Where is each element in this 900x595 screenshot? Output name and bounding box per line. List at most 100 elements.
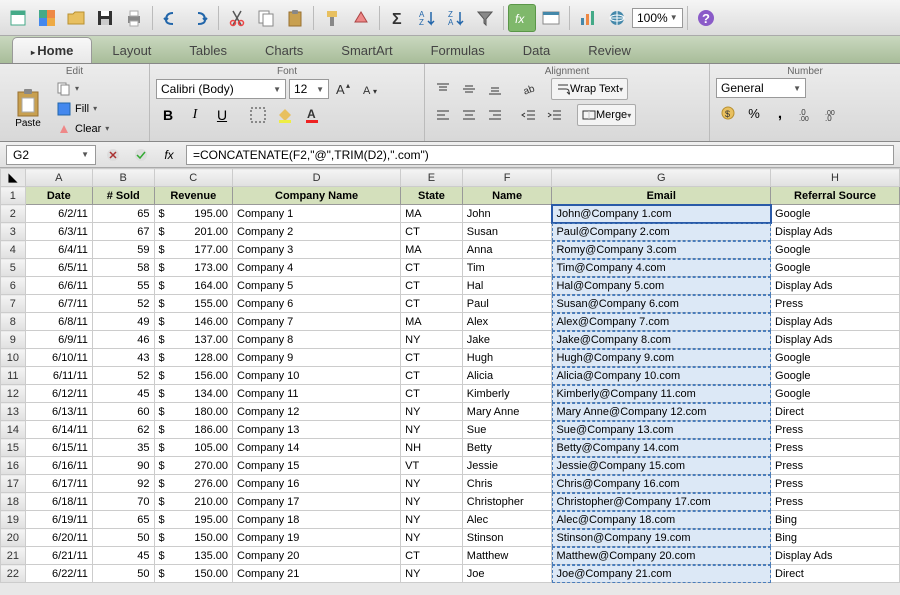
cell-name[interactable]: Paul <box>462 295 552 313</box>
cell-sold[interactable]: 70 <box>92 493 154 511</box>
cell-state[interactable]: CT <box>401 367 463 385</box>
table-row[interactable]: 176/17/1192$276.00Company 16NYChrisChris… <box>1 475 900 493</box>
cell-company[interactable]: Company 11 <box>233 385 401 403</box>
autosum-icon[interactable]: Σ <box>384 4 412 32</box>
cell-sold[interactable]: 52 <box>92 295 154 313</box>
cell-state[interactable]: VT <box>401 457 463 475</box>
tab-tables[interactable]: Tables <box>171 38 245 63</box>
print-icon[interactable] <box>120 4 148 32</box>
font-name-box[interactable]: Calibri (Body)▼ <box>156 79 286 99</box>
help-icon[interactable]: ? <box>692 4 720 32</box>
increase-indent-icon[interactable] <box>543 104 567 126</box>
cell-company[interactable]: Company 2 <box>233 223 401 241</box>
cell-referral[interactable]: Google <box>771 367 900 385</box>
cell-company[interactable]: Company 4 <box>233 259 401 277</box>
spreadsheet[interactable]: ◣ A B C D E F G H 1 Date # Sold Revenue … <box>0 168 900 583</box>
open-icon[interactable] <box>62 4 90 32</box>
row-header[interactable]: 19 <box>1 511 26 529</box>
cell-email[interactable]: John@Company 1.com <box>552 205 771 223</box>
link-icon[interactable] <box>603 4 631 32</box>
new-from-template-icon[interactable] <box>33 4 61 32</box>
fill-button[interactable]: Fill▾ <box>53 100 113 118</box>
zoom-box[interactable]: 100%▼ <box>632 8 683 28</box>
cell-state[interactable]: CT <box>401 259 463 277</box>
cell-date[interactable]: 6/20/11 <box>25 529 92 547</box>
cell-date[interactable]: 6/17/11 <box>25 475 92 493</box>
cell-email[interactable]: Joe@Company 21.com <box>552 565 771 583</box>
orientation-icon[interactable]: ab <box>517 78 541 100</box>
cell-state[interactable]: CT <box>401 385 463 403</box>
cell-sold[interactable]: 50 <box>92 529 154 547</box>
cell-company[interactable]: Company 19 <box>233 529 401 547</box>
cell-company[interactable]: Company 18 <box>233 511 401 529</box>
cell-revenue[interactable]: $155.00 <box>154 295 232 313</box>
cell-sold[interactable]: 65 <box>92 511 154 529</box>
col-header-A[interactable]: A <box>25 169 92 187</box>
cell-date[interactable]: 6/14/11 <box>25 421 92 439</box>
col-header-E[interactable]: E <box>401 169 463 187</box>
cell-state[interactable]: CT <box>401 295 463 313</box>
table-row[interactable]: 146/14/1162$186.00Company 13NYSueSue@Com… <box>1 421 900 439</box>
row-header[interactable]: 12 <box>1 385 26 403</box>
cell-email[interactable]: Romy@Company 3.com <box>552 241 771 259</box>
header-sold[interactable]: # Sold <box>92 187 154 205</box>
fx-formula-icon[interactable]: fx <box>158 145 180 165</box>
tab-charts[interactable]: Charts <box>247 38 321 63</box>
format-painter-icon[interactable] <box>318 4 346 32</box>
cell-state[interactable]: MA <box>401 241 463 259</box>
cell-date[interactable]: 6/9/11 <box>25 331 92 349</box>
cell-referral[interactable]: Press <box>771 493 900 511</box>
cell-state[interactable]: CT <box>401 349 463 367</box>
underline-button[interactable]: U <box>210 104 234 126</box>
cell-date[interactable]: 6/2/11 <box>25 205 92 223</box>
cell-company[interactable]: Company 13 <box>233 421 401 439</box>
cell-name[interactable]: Sue <box>462 421 552 439</box>
cell-revenue[interactable]: $137.00 <box>154 331 232 349</box>
row-header[interactable]: 9 <box>1 331 26 349</box>
table-row[interactable]: 106/10/1143$128.00Company 9CTHughHugh@Co… <box>1 349 900 367</box>
cell-email[interactable]: Stinson@Company 19.com <box>552 529 771 547</box>
cell-date[interactable]: 6/13/11 <box>25 403 92 421</box>
percent-icon[interactable]: % <box>742 102 766 124</box>
cell-referral[interactable]: Display Ads <box>771 331 900 349</box>
row-header[interactable]: 10 <box>1 349 26 367</box>
cell-email[interactable]: Christopher@Company 17.com <box>552 493 771 511</box>
cell-email[interactable]: Paul@Company 2.com <box>552 223 771 241</box>
cell-revenue[interactable]: $177.00 <box>154 241 232 259</box>
cell-referral[interactable]: Google <box>771 385 900 403</box>
cell-name[interactable]: Kimberly <box>462 385 552 403</box>
cell-name[interactable]: Matthew <box>462 547 552 565</box>
paste-icon[interactable] <box>281 4 309 32</box>
cell-sold[interactable]: 35 <box>92 439 154 457</box>
cell-revenue[interactable]: $164.00 <box>154 277 232 295</box>
cell-date[interactable]: 6/10/11 <box>25 349 92 367</box>
row-header[interactable]: 13 <box>1 403 26 421</box>
cell-referral[interactable]: Press <box>771 439 900 457</box>
table-row[interactable]: 36/3/1167$201.00Company 2CTSusanPaul@Com… <box>1 223 900 241</box>
cell-referral[interactable]: Google <box>771 259 900 277</box>
cell-state[interactable]: NY <box>401 493 463 511</box>
cell-referral[interactable]: Display Ads <box>771 277 900 295</box>
cell-company[interactable]: Company 1 <box>233 205 401 223</box>
cell-sold[interactable]: 90 <box>92 457 154 475</box>
font-size-box[interactable]: 12▼ <box>289 79 329 99</box>
cell-date[interactable]: 6/8/11 <box>25 313 92 331</box>
cell-company[interactable]: Company 16 <box>233 475 401 493</box>
row-header[interactable]: 3 <box>1 223 26 241</box>
row-header[interactable]: 18 <box>1 493 26 511</box>
show-formulas-icon[interactable] <box>537 4 565 32</box>
cancel-formula-icon[interactable] <box>102 145 124 165</box>
cell-email[interactable]: Susan@Company 6.com <box>552 295 771 313</box>
align-left-icon[interactable] <box>431 104 455 126</box>
cell-name[interactable]: John <box>462 205 552 223</box>
cell-sold[interactable]: 67 <box>92 223 154 241</box>
sort-asc-icon[interactable]: AZ <box>413 4 441 32</box>
copy-icon[interactable] <box>252 4 280 32</box>
cell-revenue[interactable]: $150.00 <box>154 565 232 583</box>
cell-revenue[interactable]: $195.00 <box>154 511 232 529</box>
cell-company[interactable]: Company 3 <box>233 241 401 259</box>
cell-date[interactable]: 6/19/11 <box>25 511 92 529</box>
formula-input[interactable]: =CONCATENATE(F2,"@",TRIM(D2),".com") <box>186 145 894 165</box>
row-header[interactable]: 21 <box>1 547 26 565</box>
cell-referral[interactable]: Google <box>771 349 900 367</box>
